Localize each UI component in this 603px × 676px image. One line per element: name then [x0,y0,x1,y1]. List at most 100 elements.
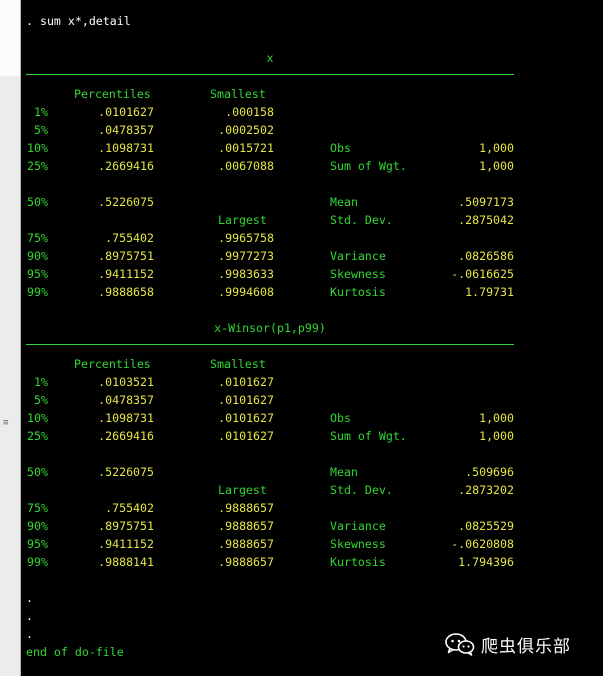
stat-label: Std. Dev. [330,213,393,227]
pct-label: 1% [34,375,48,389]
stat-value: .2875042 [458,213,514,227]
stat-label: Std. Dev. [330,483,393,497]
largest-value: .9983633 [218,267,274,281]
pct-label: 10% [27,141,48,155]
pct-value: .5226075 [98,195,154,209]
stat-value: 1,000 [479,159,514,173]
pct-value: .5226075 [98,465,154,479]
percentiles-header: Percentiles [74,357,151,371]
pct-label: 25% [27,429,48,443]
section-title: x-Winsor(p1,p99) [214,321,326,335]
pct-value: .9888658 [98,285,154,299]
command-line: . sum x*,detail [26,14,131,28]
pct-value: .8975751 [98,249,154,263]
gutter-top-panel [0,0,20,77]
pct-label: 90% [27,519,48,533]
pct-label: 90% [27,249,48,263]
watermark-text: 爬虫俱乐部 [481,636,571,657]
pct-label: 99% [27,555,48,569]
pct-label: 75% [27,231,48,245]
stat-value: 1,000 [479,141,514,155]
smallest-value: .0067088 [218,159,274,173]
results-console[interactable]: . sum x*,detail x Percentiles Smallest 1… [22,0,603,676]
pct-value: .8975751 [98,519,154,533]
stat-label: Sum of Wgt. [330,159,407,173]
stat-label: Obs [330,141,351,155]
stat-value: .0825529 [458,519,514,533]
stat-label: Mean [330,195,358,209]
pct-label: 95% [27,267,48,281]
continuation-dot: . [26,627,33,641]
stat-value: -.0616625 [451,267,514,281]
largest-value: .9994608 [218,285,274,299]
section-rule [26,344,514,345]
wechat-icon [445,633,475,656]
pct-value: .2669416 [98,159,154,173]
largest-value: .9965758 [218,231,274,245]
largest-value: .9977273 [218,249,274,263]
largest-header: Largest [218,213,267,227]
splitter-grip-icon[interactable]: ≡ [3,419,12,430]
pct-value: .2669416 [98,429,154,443]
stat-value: .5097173 [458,195,514,209]
smallest-header: Smallest [210,87,266,101]
stat-label: Mean [330,465,358,479]
pct-label: 50% [27,465,48,479]
smallest-value: .0101627 [218,411,274,425]
stat-label: Variance [330,249,386,263]
largest-value: .9888657 [218,555,274,569]
stat-value: .0826586 [458,249,514,263]
stat-label: Kurtosis [330,285,386,299]
stat-label: Skewness [330,537,386,551]
pct-label: 75% [27,501,48,515]
stat-label: Obs [330,411,351,425]
smallest-value: .0002502 [218,123,274,137]
stat-value: 1.79731 [465,285,514,299]
watermark: 爬虫俱乐部 [445,631,571,657]
pct-value: .755402 [105,231,154,245]
pct-label: 25% [27,159,48,173]
gutter-body [0,76,20,676]
continuation-dot: . [26,591,33,605]
stat-value: 1,000 [479,411,514,425]
smallest-value: .0101627 [218,393,274,407]
section-title: x [266,51,274,65]
pct-label: 5% [34,393,48,407]
smallest-value: .0015721 [218,141,274,155]
smallest-value: .000158 [225,105,274,119]
pct-label: 10% [27,411,48,425]
stat-label: Kurtosis [330,555,386,569]
continuation-dot: . [26,609,33,623]
pct-value: .1098731 [98,411,154,425]
smallest-header: Smallest [210,357,266,371]
pct-label: 95% [27,537,48,551]
pct-value: .9411152 [98,537,154,551]
end-of-do-file: end of do-file [26,645,124,659]
stat-value: 1.794396 [458,555,514,569]
pct-label: 50% [27,195,48,209]
stat-value: .509696 [465,465,514,479]
largest-header: Largest [218,483,267,497]
pct-value: .755402 [105,501,154,515]
pct-value: .0478357 [98,123,154,137]
pct-label: 99% [27,285,48,299]
pct-value: .0103521 [98,375,154,389]
largest-value: .9888657 [218,519,274,533]
smallest-value: .0101627 [218,429,274,443]
pct-value: .9411152 [98,267,154,281]
stat-label: Skewness [330,267,386,281]
smallest-value: .0101627 [218,375,274,389]
stat-value: .2873202 [458,483,514,497]
stat-value: -.0620808 [451,537,514,551]
largest-value: .9888657 [218,501,274,515]
stat-value: 1,000 [479,429,514,443]
section-rule [26,74,514,75]
percentiles-header: Percentiles [74,87,151,101]
pct-value: .9888141 [98,555,154,569]
pct-value: .0478357 [98,393,154,407]
pct-label: 1% [34,105,48,119]
pct-value: .0101627 [98,105,154,119]
largest-value: .9888657 [218,537,274,551]
pct-value: .1098731 [98,141,154,155]
stat-label: Variance [330,519,386,533]
